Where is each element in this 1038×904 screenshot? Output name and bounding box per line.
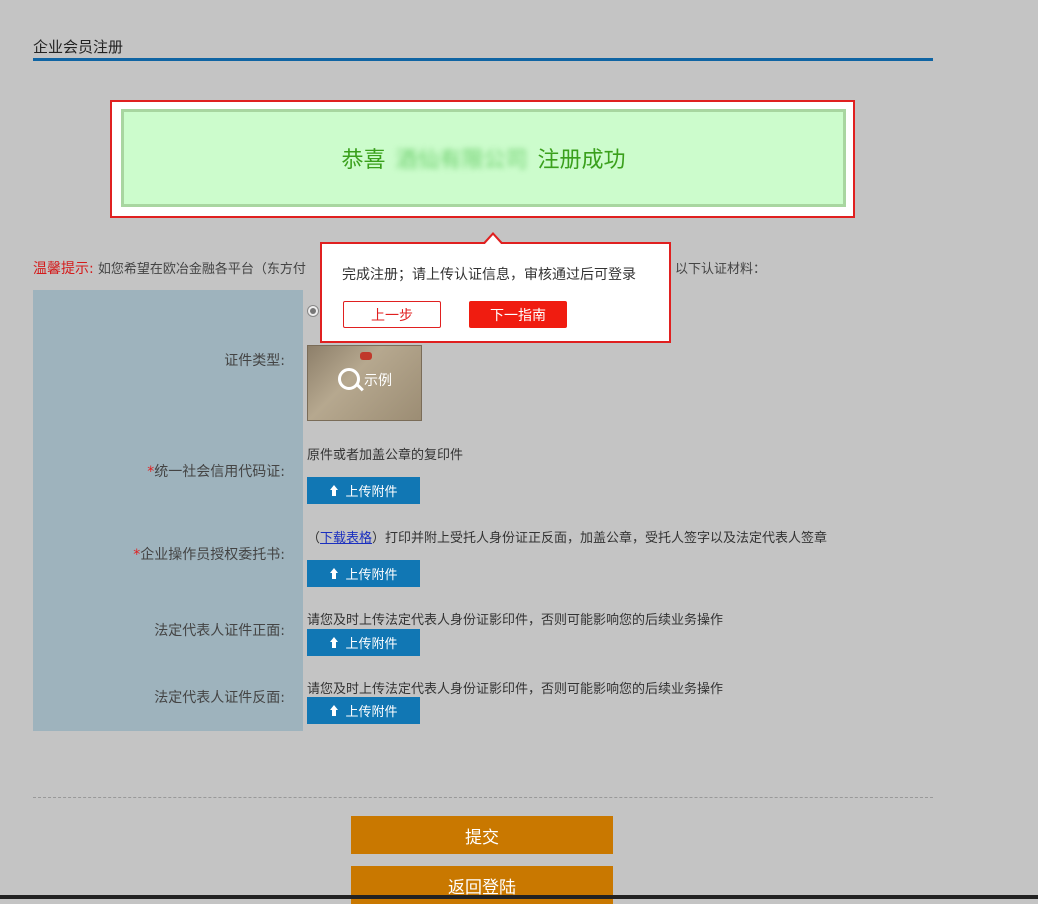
success-message: 恭喜 酒仙有限公司 注册成功 — [121, 109, 846, 207]
credit-code-upload-button[interactable]: 上传附件 — [307, 477, 420, 504]
credit-code-hint: 原件或者加盖公章的复印件 — [307, 448, 464, 463]
dashed-divider — [33, 797, 933, 798]
warm-tip-tail: 以下认证材料： — [675, 262, 767, 277]
bottom-edge — [0, 895, 1038, 899]
legal-back-label: 法定代表人证件反面: — [154, 690, 285, 706]
upload-icon — [329, 636, 339, 648]
submit-button[interactable]: 提交 — [351, 816, 613, 854]
page-title: 企业会员注册 — [33, 38, 124, 56]
legal-front-label: 法定代表人证件正面: — [154, 623, 285, 639]
popover-prev-button[interactable]: 上一步 — [343, 301, 441, 328]
sample-image[interactable]: 示例 — [307, 345, 422, 421]
authorization-label: *企业操作员授权委托书: — [133, 547, 285, 563]
legal-back-upload-button[interactable]: 上传附件 — [307, 697, 420, 724]
popover-arrow-inner — [484, 235, 502, 245]
legal-back-hint: 请您及时上传法定代表人身份证影印件，否则可能影响您的后续业务操作 — [307, 682, 724, 697]
cert-type-label: 证件类型: — [224, 353, 285, 369]
popover-next-button[interactable]: 下一指南 — [469, 301, 567, 328]
download-form-link[interactable]: 下载表格 — [320, 531, 372, 546]
sample-label: 示例 — [364, 373, 392, 389]
credit-code-label: *统一社会信用代码证: — [147, 464, 285, 480]
company-name: 酒仙有限公司 — [395, 148, 528, 173]
success-suffix: 注册成功 — [537, 148, 626, 173]
success-prefix: 恭喜 — [341, 148, 386, 173]
guide-popover: 完成注册；请上传认证信息，审核通过后可登录 上一步 下一指南 — [320, 232, 671, 343]
upload-icon — [329, 567, 339, 579]
cert-type-radio[interactable] — [307, 305, 319, 317]
warm-tip: 温馨提示: 如您希望在欧冶金融各平台（东方付 — [33, 258, 306, 278]
popover-message: 完成注册；请上传认证信息，审核通过后可登录 — [342, 267, 636, 283]
success-banner: 恭喜 酒仙有限公司 注册成功 — [110, 100, 855, 218]
title-underline — [33, 58, 933, 61]
authorization-hint: （下载表格）打印并附上受托人身份证正反面，加盖公章，受托人签字以及法定代表人签章 — [307, 531, 828, 546]
magnifier-icon — [338, 368, 360, 390]
legal-front-upload-button[interactable]: 上传附件 — [307, 629, 420, 656]
upload-icon — [329, 704, 339, 716]
warm-tip-label: 温馨提示: — [33, 261, 94, 277]
upload-icon — [329, 484, 339, 496]
seal-mark — [360, 352, 372, 360]
form-label-panel: 证件类型: *统一社会信用代码证: *企业操作员授权委托书: 法定代表人证件正面… — [33, 290, 303, 731]
authorization-upload-button[interactable]: 上传附件 — [307, 560, 420, 587]
legal-front-hint: 请您及时上传法定代表人身份证影印件，否则可能影响您的后续业务操作 — [307, 613, 724, 628]
warm-tip-text: 如您希望在欧冶金融各平台（东方付 — [97, 262, 306, 277]
